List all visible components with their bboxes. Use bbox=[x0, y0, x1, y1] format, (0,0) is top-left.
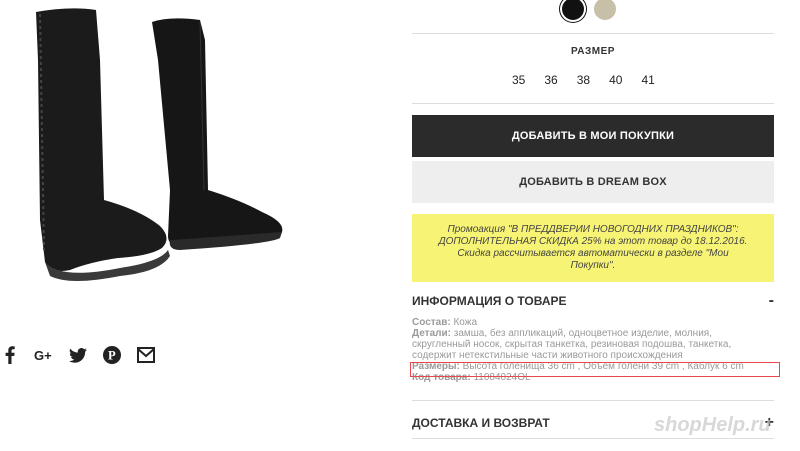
svg-text:P: P bbox=[108, 349, 116, 363]
promo-line-1: Промоакция "В ПРЕДДВЕРИИ НОВОГОДНИХ ПРАЗ… bbox=[447, 224, 739, 235]
google-plus-icon[interactable]: G+ bbox=[34, 345, 54, 365]
composition-label: Состав: bbox=[412, 317, 451, 328]
add-to-cart-button[interactable]: ДОБАВИТЬ В МОИ ПОКУПКИ bbox=[412, 115, 774, 157]
color-swatch-black[interactable] bbox=[562, 0, 584, 20]
pinterest-icon[interactable]: P bbox=[102, 345, 122, 365]
composition-row: Состав: Кожа bbox=[412, 317, 752, 328]
color-swatch-beige[interactable] bbox=[594, 0, 616, 20]
divider bbox=[412, 438, 774, 439]
size-option-36[interactable]: 36 bbox=[544, 73, 557, 87]
divider bbox=[412, 33, 774, 34]
promo-line-2: ДОПОЛНИТЕЛЬНАЯ СКИДКА 25% на этот товар … bbox=[438, 236, 748, 247]
twitter-icon[interactable] bbox=[68, 345, 88, 365]
product-info-title: ИНФОРМАЦИЯ О ТОВАРЕ bbox=[412, 294, 567, 308]
delivery-title: ДОСТАВКА И ВОЗВРАТ bbox=[412, 416, 550, 430]
facebook-icon[interactable] bbox=[0, 345, 20, 365]
product-image bbox=[0, 0, 300, 300]
details-value: замша, без аппликаций, одноцветное издел… bbox=[412, 328, 732, 361]
size-options: 35 36 38 40 41 bbox=[512, 73, 655, 87]
add-to-dreambox-button[interactable]: ДОБАВИТЬ В DREAM BOX bbox=[412, 161, 774, 203]
color-swatches bbox=[562, 0, 616, 20]
size-title: РАЗМЕР bbox=[571, 46, 615, 57]
size-option-35[interactable]: 35 bbox=[512, 73, 525, 87]
divider bbox=[412, 103, 774, 104]
details-row: Детали: замша, без аппликаций, одноцветн… bbox=[412, 328, 752, 361]
watermark: shopHelp.ru bbox=[654, 414, 771, 436]
collapse-toggle[interactable]: - bbox=[769, 292, 774, 310]
share-icons: G+ P bbox=[0, 345, 156, 365]
mail-icon[interactable] bbox=[136, 345, 156, 365]
promo-line-3: Скидка рассчитывается автоматически в ра… bbox=[457, 248, 729, 259]
divider bbox=[412, 400, 774, 401]
product-info-header[interactable]: ИНФОРМАЦИЯ О ТОВАРЕ - bbox=[412, 292, 774, 310]
promo-line-4: Покупки". bbox=[570, 260, 616, 271]
details-label: Детали: bbox=[412, 328, 451, 339]
composition-value: Кожа bbox=[453, 317, 478, 328]
size-option-41[interactable]: 41 bbox=[641, 73, 654, 87]
boots-illustration bbox=[36, 8, 283, 281]
svg-text:G+: G+ bbox=[34, 348, 52, 362]
size-option-38[interactable]: 38 bbox=[577, 73, 590, 87]
highlight-box bbox=[410, 362, 780, 377]
promo-banner: Промоакция "В ПРЕДДВЕРИИ НОВОГОДНИХ ПРАЗ… bbox=[412, 214, 774, 282]
size-option-40[interactable]: 40 bbox=[609, 73, 622, 87]
